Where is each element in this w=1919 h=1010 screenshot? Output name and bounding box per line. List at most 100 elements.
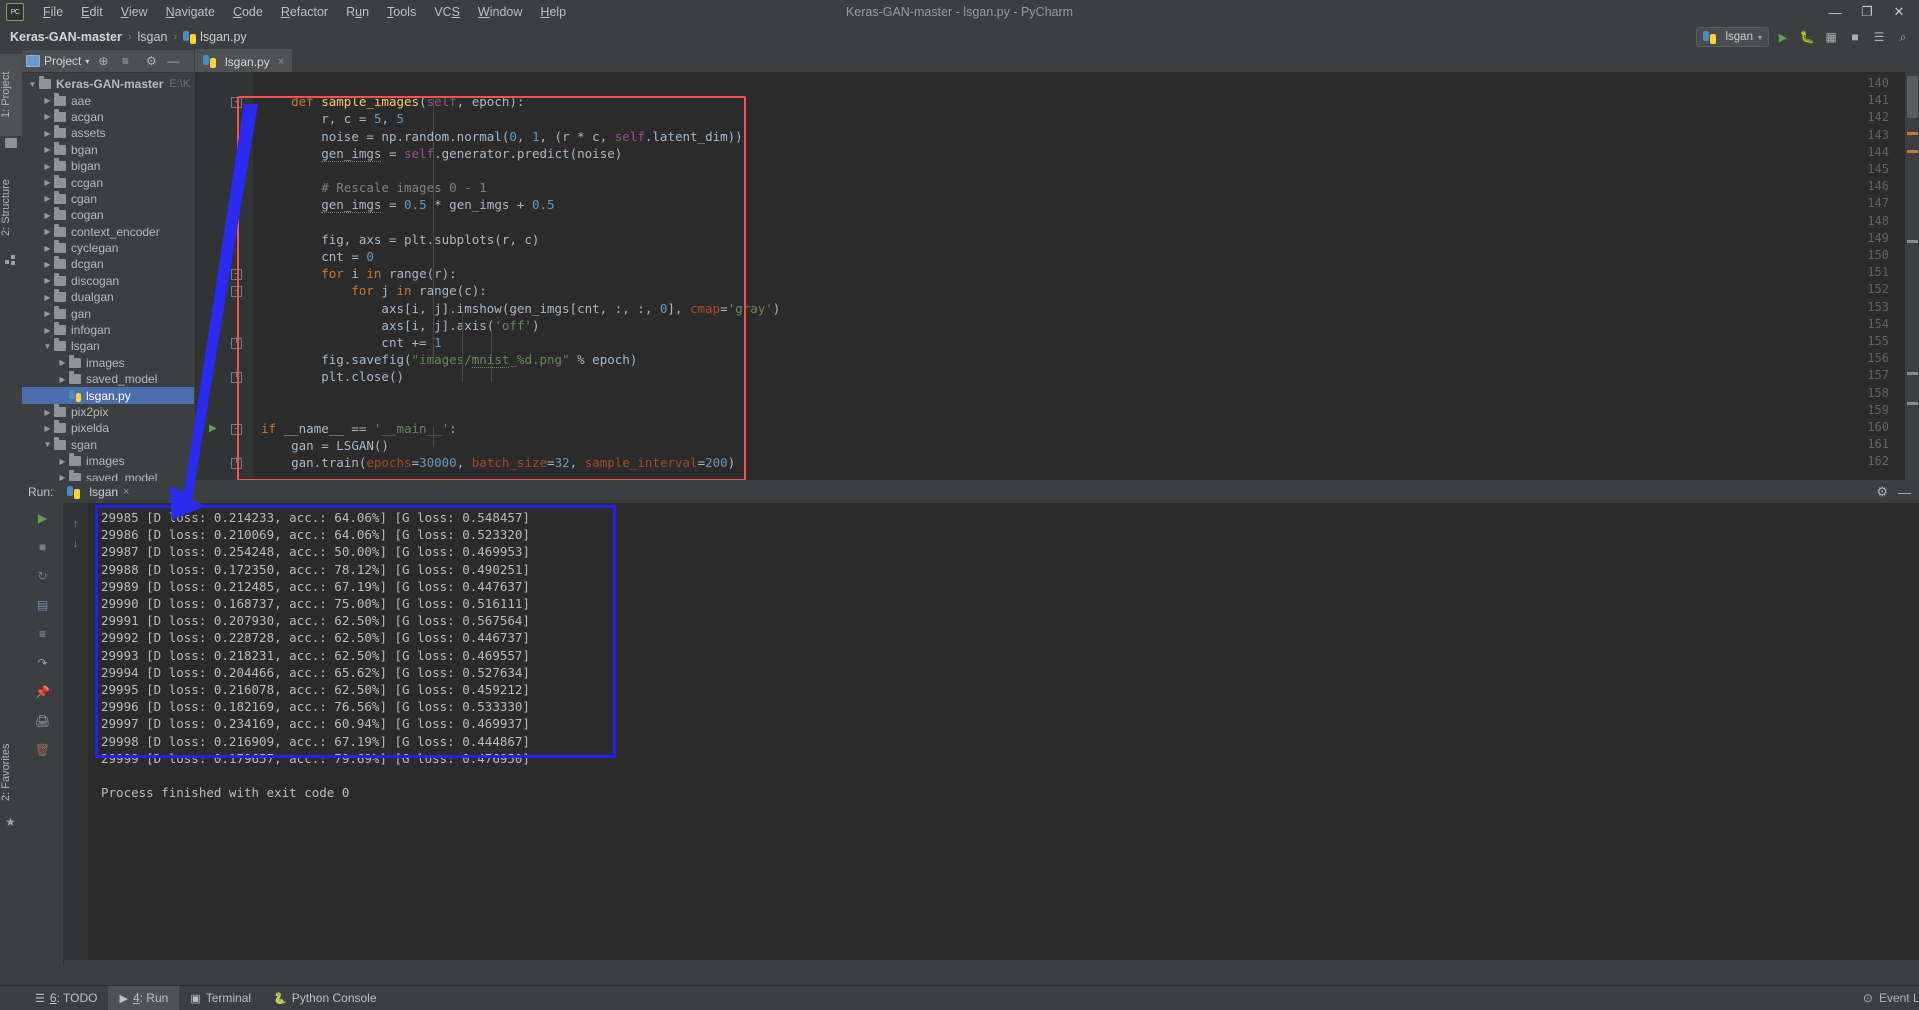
coverage-button[interactable]: ▦ [1821,27,1841,47]
tree-item[interactable]: ▶ assets [22,125,194,141]
status-tab-python-console[interactable]: 🐍 Python Console [262,986,387,1010]
tree-item[interactable]: ▶ dualgan [22,289,194,305]
minimize-button[interactable]: — [1819,0,1851,24]
chevron-right-icon[interactable]: ▶ [41,162,54,171]
tree-item[interactable]: ▶ bigan [22,158,194,174]
tree-item[interactable]: ▶ acgan [22,108,194,125]
chevron-right-icon[interactable]: ▶ [41,129,54,138]
chevron-right-icon[interactable]: ▶ [56,375,69,384]
close-button[interactable]: ✕ [1883,0,1915,24]
gear-icon[interactable]: ⚙ [143,53,159,69]
menu-item-refactor[interactable]: Refactor [272,3,337,21]
code-line[interactable]: # Rescale images 0 - 1 [261,179,487,196]
code-line[interactable]: axs[i, j].imshow(gen_imgs[cnt, :, :, 0],… [261,300,780,317]
search-icon[interactable]: ⌕ [1893,27,1913,47]
breadcrumb-file[interactable]: lsgan.py [200,30,247,44]
tree-item[interactable]: ▼ sgan [22,436,194,453]
fold-collapse-icon[interactable]: − [231,97,242,109]
tree-item-selected[interactable]: lsgan.py [22,387,194,404]
code-content[interactable]: def sample_images(self, epoch): r, c = 5… [253,72,1919,480]
fold-collapse-icon[interactable]: − [231,269,242,281]
tree-item[interactable]: ▶ ccgan [22,174,194,190]
menu-item-file[interactable]: File [34,3,72,21]
chevron-right-icon[interactable]: ▶ [41,112,54,121]
fold-collapse-icon[interactable]: − [231,286,242,298]
tree-item[interactable]: ▶ bgan [22,141,194,158]
tree-item[interactable]: ▶ cyclegan [22,240,194,256]
code-line[interactable]: for i in range(r): [261,265,456,282]
code-line[interactable]: plt.close() [261,368,404,385]
status-tab-terminal[interactable]: ▣ Terminal [179,986,262,1010]
chevron-right-icon[interactable]: ▶ [41,227,54,236]
locate-file-icon[interactable]: ⊕ [95,53,111,69]
fold-end-icon[interactable]: └ [231,372,242,384]
code-editor[interactable]: 140 141 142 143 144 145 146 147 148 149 150 151 152 1… [195,72,1919,480]
editor-scrollbar-thumb[interactable] [1907,76,1918,118]
tree-item[interactable]: ▶ dcgan [22,256,194,272]
tree-item[interactable]: ▶ images [22,453,194,469]
tree-item[interactable]: ▼ Keras-GAN-master E:\K [22,76,194,92]
collapse-all-icon[interactable]: ≡ [117,53,133,69]
hide-panel-icon[interactable]: — [165,53,181,69]
chevron-right-icon[interactable]: ▶ [41,309,54,318]
tree-item[interactable]: ▶ aae [22,92,194,108]
scroll-up-icon[interactable]: ↑ [69,517,82,530]
tree-item[interactable]: ▶ images [22,354,194,371]
run-button[interactable]: ▶ [1773,27,1793,47]
chevron-right-icon[interactable]: ▶ [41,293,54,302]
resume-icon[interactable]: ↻ [34,567,52,585]
tree-item[interactable]: ▶ saved_model [22,371,194,387]
chevron-right-icon[interactable]: ▶ [56,358,69,367]
menu-item-tools[interactable]: Tools [378,3,425,21]
chevron-right-icon[interactable]: ▶ [56,457,69,466]
close-icon[interactable]: × [278,56,284,68]
tree-item[interactable]: ▶ saved_model [22,469,194,481]
fold-end-icon[interactable]: └ [231,458,242,470]
hide-panel-icon[interactable]: — [1898,485,1911,500]
tree-item[interactable]: ▶ cogan [22,207,194,223]
code-line[interactable]: gen_imgs = self.generator.predict(noise) [261,145,622,162]
rerun-icon[interactable]: ▶ [34,509,52,527]
chevron-right-icon[interactable]: ▶ [41,326,54,335]
code-line[interactable]: axs[i, j].axis('off') [261,317,539,334]
scroll-down-icon[interactable]: ↓ [69,537,82,550]
code-line[interactable]: for j in range(c): [261,282,486,299]
close-icon[interactable]: × [123,486,129,498]
code-line[interactable]: cnt = 0 [261,248,374,265]
tree-item[interactable]: ▶ gan [22,305,194,321]
console-output[interactable]: ↑ ↓ 29985 [D loss: 0.214233, acc.: 64.06… [63,503,1919,960]
debug-button[interactable]: 🐛 [1797,27,1817,47]
chevron-down-icon[interactable]: ▾ [85,57,89,66]
fold-collapse-icon[interactable]: − [231,424,242,435]
menu-item-edit[interactable]: Edit [72,3,112,21]
gear-icon[interactable]: ⚙ [1876,484,1888,500]
editor-marker-rail[interactable] [1905,72,1919,480]
menu-item-help[interactable]: Help [531,3,575,21]
run-tab-lsgan[interactable]: lsgan × [61,485,135,499]
project-panel-title[interactable]: Project ▾ [26,54,89,68]
chevron-right-icon[interactable]: ▶ [41,260,54,269]
tree-item[interactable]: ▶ discogan [22,272,194,289]
code-line[interactable]: gan.train(epochs=30000, batch_size=32, s… [261,454,735,471]
layout-button[interactable]: ☰ [1869,27,1889,47]
code-line[interactable]: fig, axs = plt.subplots(r, c) [261,231,539,248]
stop-button[interactable]: ■ [1845,27,1865,47]
chevron-right-icon[interactable]: ▶ [41,211,54,220]
code-line[interactable]: gen_imgs = 0.5 * gen_imgs + 0.5 [261,196,555,214]
project-tree[interactable]: ▼ Keras-GAN-master E:\K ▶ aae ▶ acgan ▶ assets ▶ b… [22,73,194,481]
chevron-down-icon[interactable]: ▼ [41,440,54,449]
chevron-down-icon[interactable]: ▼ [26,80,39,89]
status-tab-6-todo[interactable]: ☰ 6: TODO [24,986,108,1010]
run-gutter-icon[interactable]: ▶ [209,423,217,434]
breadcrumb-root[interactable]: Keras-GAN-master [10,30,122,44]
tree-item[interactable]: ▶ pix2pix [22,404,194,420]
editor-gutter[interactable] [195,72,253,480]
tree-item[interactable]: ▶ context_encoder [22,223,194,240]
stop-icon[interactable]: ■ [34,538,52,556]
code-line[interactable]: def sample_images(self, epoch): [261,93,524,110]
menu-item-window[interactable]: Window [469,3,531,21]
tree-item[interactable]: ▶ infogan [22,322,194,338]
scroll-end-icon[interactable]: ↷ [34,654,52,672]
fold-end-icon[interactable]: └ [231,338,242,349]
chevron-down-icon[interactable]: ▼ [41,342,54,351]
